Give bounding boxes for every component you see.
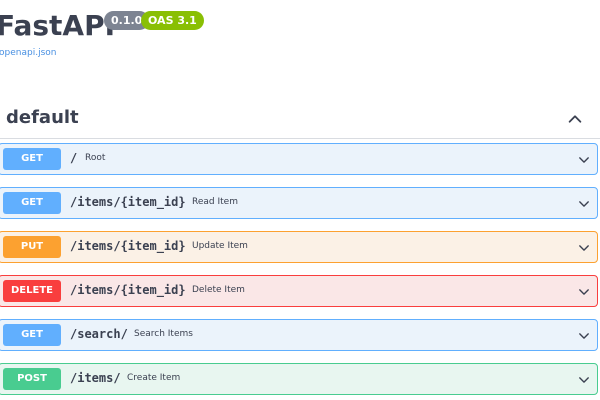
method-badge: DELETE xyxy=(3,280,61,302)
tag-section-default: default xyxy=(0,100,600,139)
method-badge: GET xyxy=(3,324,61,346)
operation-summary: Delete Item xyxy=(192,285,245,295)
operation-path: /items/ xyxy=(70,371,121,385)
operation-put-update-item[interactable]: PUT /items/{item_id} Update Item xyxy=(0,231,598,263)
operation-post-create-item[interactable]: POST /items/ Create Item xyxy=(0,363,598,395)
oas-version-badge: OAS 3.1 xyxy=(141,11,204,30)
chevron-down-icon[interactable] xyxy=(577,241,591,255)
operation-summary: Read Item xyxy=(192,197,238,207)
operation-get-root[interactable]: GET / Root xyxy=(0,143,598,175)
operation-path: /items/{item_id} xyxy=(70,283,186,297)
operation-summary: Search Items xyxy=(134,329,193,339)
method-badge: GET xyxy=(3,192,61,214)
chevron-down-icon[interactable] xyxy=(577,373,591,387)
method-badge: GET xyxy=(3,148,61,170)
operation-get-search-items[interactable]: GET /search/ Search Items xyxy=(0,319,598,351)
operation-delete-item[interactable]: DELETE /items/{item_id} Delete Item xyxy=(0,275,598,307)
operation-path: /search/ xyxy=(70,327,128,341)
api-title: FastAPI xyxy=(0,9,116,42)
tag-title: default xyxy=(6,107,79,128)
operation-path: / xyxy=(70,151,78,165)
tag-header[interactable]: default xyxy=(0,100,600,139)
chevron-down-icon[interactable] xyxy=(577,329,591,343)
method-badge: POST xyxy=(3,368,61,390)
chevron-down-icon[interactable] xyxy=(577,285,591,299)
operation-path: /items/{item_id} xyxy=(70,239,186,253)
operation-summary: Create Item xyxy=(127,373,181,383)
chevron-down-icon[interactable] xyxy=(577,153,591,167)
openapi-json-link[interactable]: /openapi.json xyxy=(0,48,56,58)
api-info-header: FastAPI 0.1.0 OAS 3.1 /openapi.json xyxy=(0,0,600,90)
operation-path: /items/{item_id} xyxy=(70,195,186,209)
chevron-up-icon[interactable] xyxy=(566,110,584,128)
method-badge: PUT xyxy=(3,236,61,258)
operation-get-read-item[interactable]: GET /items/{item_id} Read Item xyxy=(0,187,598,219)
operation-summary: Root xyxy=(85,153,106,163)
chevron-down-icon[interactable] xyxy=(577,197,591,211)
operation-summary: Update Item xyxy=(192,241,248,251)
